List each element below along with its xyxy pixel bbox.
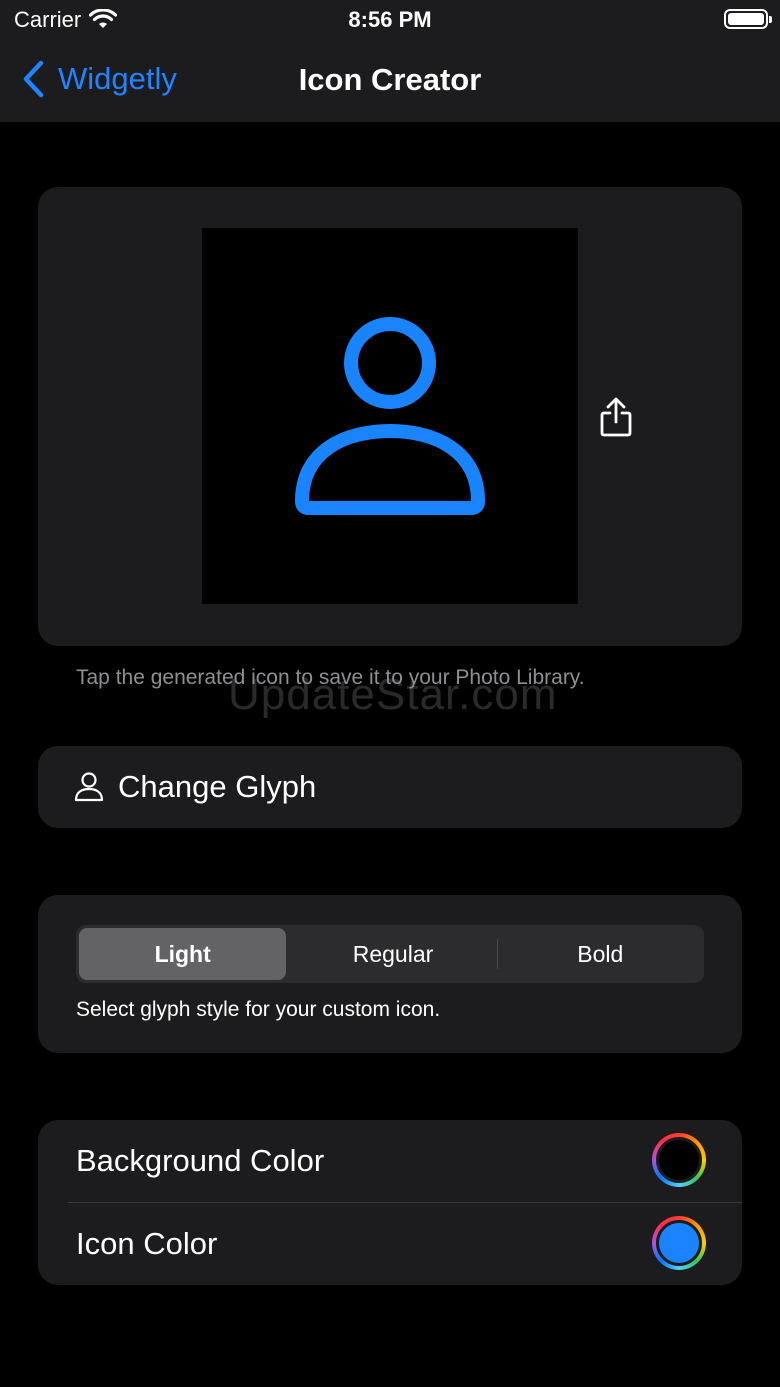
status-bar: Carrier 8:56 PM	[0, 0, 780, 40]
glyph-style-card: Light Regular Bold Select glyph style fo…	[38, 895, 742, 1053]
background-color-label: Background Color	[76, 1143, 325, 1178]
segment-light[interactable]: Light	[79, 928, 287, 980]
person-icon	[295, 317, 485, 515]
background-color-row[interactable]: Background Color	[38, 1120, 742, 1202]
navigation-bar: Widgetly Icon Creator	[0, 40, 780, 122]
icon-color-well[interactable]	[652, 1216, 706, 1270]
page-title: Icon Creator	[298, 62, 482, 97]
icon-color-label: Icon Color	[76, 1226, 218, 1261]
generated-icon-preview[interactable]	[202, 228, 578, 604]
background-color-swatch	[656, 1137, 702, 1183]
share-button[interactable]	[598, 397, 634, 442]
glyph-style-note: Select glyph style for your custom icon.	[76, 998, 441, 1021]
status-time: 8:56 PM	[348, 7, 432, 32]
segment-bold[interactable]: Bold	[496, 925, 704, 983]
change-glyph-button[interactable]: Change Glyph	[38, 746, 742, 828]
icon-color-row[interactable]: Icon Color	[38, 1203, 742, 1285]
icon-color-swatch	[656, 1220, 702, 1266]
person-outline-icon	[74, 772, 104, 802]
background-color-well[interactable]	[652, 1133, 706, 1187]
preview-card	[38, 187, 742, 646]
glyph-style-segmented-control: Light Regular Bold	[76, 925, 704, 983]
battery-icon	[724, 9, 772, 29]
share-icon	[600, 397, 632, 437]
color-settings-card: Background Color Icon Color	[38, 1120, 742, 1285]
segment-regular[interactable]: Regular	[289, 925, 496, 983]
change-glyph-label: Change Glyph	[118, 769, 317, 804]
save-hint: Tap the generated icon to save it to you…	[76, 666, 585, 689]
